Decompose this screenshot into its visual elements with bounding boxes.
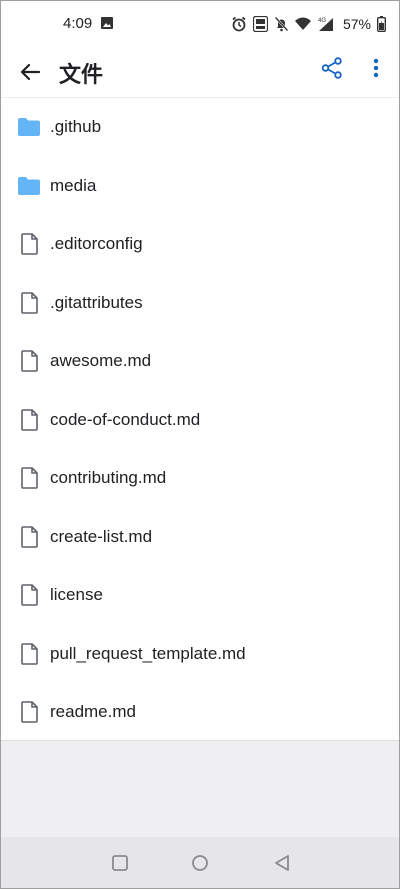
wifi-icon — [294, 17, 311, 30]
file-icon — [18, 525, 40, 549]
list-item[interactable]: awesome.md — [0, 332, 400, 391]
page-title: 文件 — [59, 62, 104, 87]
notifications-off-icon — [274, 16, 289, 32]
list-item[interactable]: create-list.md — [0, 508, 400, 567]
file-icon — [18, 466, 40, 490]
file-name: .gitattributes — [50, 292, 143, 312]
volte-icon — [252, 16, 268, 32]
file-name: .github — [50, 117, 102, 137]
file-name: media — [50, 175, 97, 195]
list-item[interactable]: .github — [0, 98, 400, 157]
arrow-left-icon — [20, 63, 40, 81]
back-triangle-icon[interactable] — [273, 854, 291, 872]
folder-icon — [18, 174, 40, 198]
file-icon — [18, 408, 40, 432]
recents-square-icon[interactable] — [111, 854, 129, 872]
battery-icon — [377, 16, 386, 32]
file-list: .github media .editorconfig .gitattribut… — [0, 98, 400, 742]
file-name: code-of-conduct.md — [50, 409, 201, 429]
file-icon — [18, 291, 40, 315]
battery-percent: 57% — [342, 16, 371, 32]
file-name: pull_request_template.md — [50, 643, 246, 663]
svg-text:4G: 4G — [318, 18, 326, 24]
file-icon — [18, 583, 40, 607]
folder-icon — [18, 115, 40, 139]
share-icon — [321, 57, 342, 79]
status-time: 4:09 — [63, 15, 93, 32]
list-item[interactable]: code-of-conduct.md — [0, 391, 400, 450]
alarm-icon — [232, 16, 246, 32]
app-bar: 文件 — [0, 48, 400, 96]
file-icon — [18, 349, 40, 373]
home-circle-icon[interactable] — [191, 854, 209, 872]
file-name: .editorconfig — [50, 234, 143, 254]
list-item[interactable]: license — [0, 566, 400, 625]
file-name: create-list.md — [50, 526, 153, 546]
status-bar: 4:09 4G 57% — [0, 0, 400, 48]
system-nav-bar — [1, 837, 399, 888]
list-item[interactable]: pull_request_template.md — [0, 625, 400, 684]
status-icons: 4G 57% — [231, 14, 386, 34]
file-icon — [18, 700, 40, 724]
file-name: license — [50, 585, 103, 605]
more-vert-icon — [373, 58, 379, 78]
empty-area — [1, 740, 399, 838]
image-notification-icon — [101, 17, 113, 29]
share-button[interactable] — [318, 54, 346, 82]
list-item[interactable]: contributing.md — [0, 449, 400, 508]
list-item[interactable]: media — [0, 157, 400, 216]
file-name: readme.md — [50, 702, 136, 722]
file-icon — [18, 232, 40, 256]
list-item[interactable]: .gitattributes — [0, 274, 400, 333]
file-icon — [18, 642, 40, 666]
list-item[interactable]: .editorconfig — [0, 215, 400, 274]
file-name: awesome.md — [50, 351, 152, 371]
cell-signal-icon: 4G — [318, 18, 333, 31]
back-button[interactable] — [14, 56, 46, 88]
file-name: contributing.md — [50, 468, 167, 488]
list-item[interactable]: readme.md — [0, 683, 400, 742]
more-options-button[interactable] — [364, 54, 388, 82]
